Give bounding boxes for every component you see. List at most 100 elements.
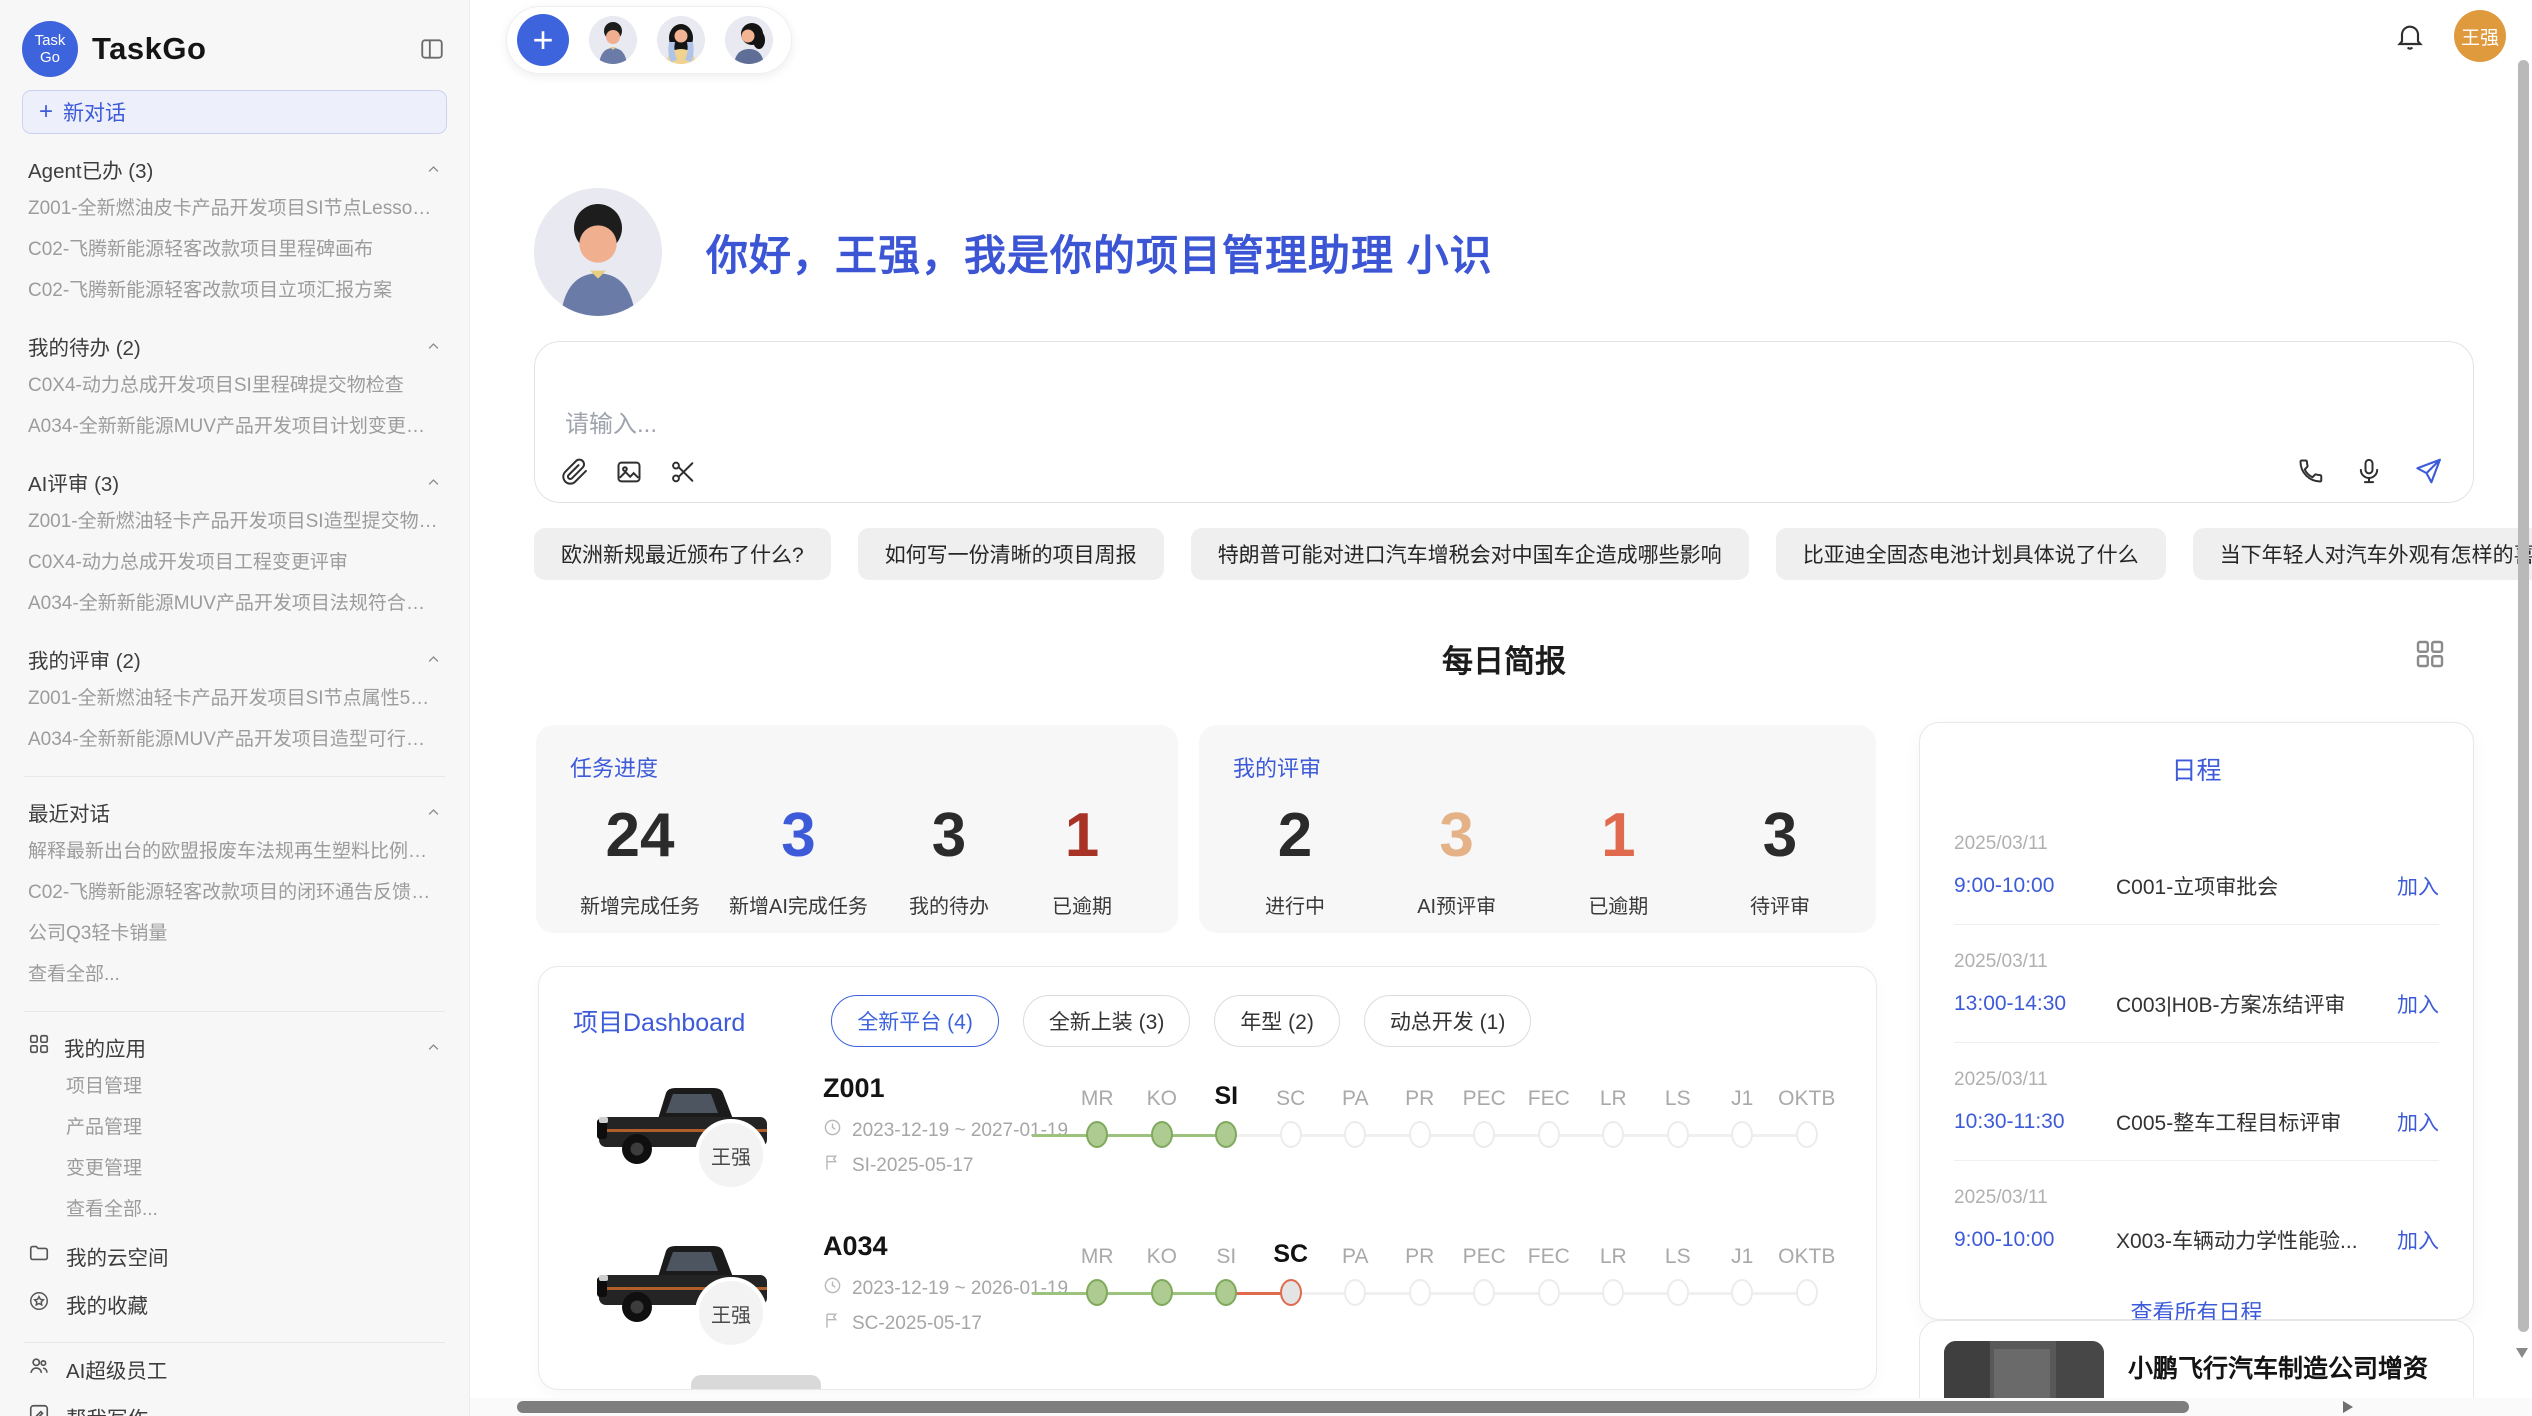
app-item[interactable]: 产品管理 [22,1107,447,1148]
milestone-label: J1 [1731,1235,1753,1269]
milestone: FEC [1517,1077,1582,1213]
vertical-scrollbar-thumb[interactable] [2518,60,2529,1332]
project-dates: 2023-12-19 ~ 2027-01-19 [823,1118,1065,1143]
new-chat-button[interactable]: + 新对话 [22,90,447,134]
scroll-down-arrow-icon[interactable] [2516,1348,2528,1358]
section-header-my-todo[interactable]: 我的待办 (2) [22,331,447,361]
section-header-recent[interactable]: 最近对话 [22,797,447,827]
cloud-space-label: 我的云空间 [66,1241,169,1271]
app-title: TaskGo [92,31,206,67]
suggestion-chip[interactable]: 欧洲新规最近颁布了什么? [534,528,831,580]
conversation-item[interactable]: Z001-全新燃油轻卡产品开发项目SI造型提交物评审 [22,501,447,542]
project-row[interactable]: 王强 Z001 2023-12-19 ~ 2027-01-19 [573,1063,1860,1213]
sidebar-item-favorites[interactable]: 我的收藏 [22,1282,447,1326]
filter-chip[interactable]: 全新平台 (4) [831,995,999,1047]
filter-chip[interactable]: 全新上装 (3) [1023,995,1191,1047]
agent-avatar-1[interactable] [589,16,637,64]
agent-avatar-2[interactable] [657,16,705,64]
suggestion-chip[interactable]: 当下年轻人对汽车外观有怎样的喜好趋势 [2193,528,2532,580]
milestone: LR [1581,1077,1646,1213]
milestone-label: J1 [1731,1077,1753,1111]
apps-view-all-link[interactable]: 查看全部... [22,1189,447,1230]
message-composer[interactable]: 请输入... [534,341,2474,503]
conversation-item[interactable]: A034-全新新能源MUV产品开发项目计划变更表编写 [22,406,447,447]
microphone-icon[interactable] [2355,457,2383,485]
join-link[interactable]: 加入 [2397,871,2439,901]
project-row[interactable]: 王强 A034 2023-12-19 ~ 2026-01-19 [573,1221,1860,1371]
filter-chip[interactable]: 动总开发 (1) [1364,995,1532,1047]
schedule-item[interactable]: 2025/03/11 9:00-10:00 C001-立项审批会 加入 [1920,807,2473,925]
milestone-dot [1280,1279,1302,1306]
filter-chip[interactable]: 年型 (2) [1214,995,1340,1047]
owner-name: 王强 [711,1141,751,1170]
scissors-icon[interactable] [669,458,697,486]
milestone-label: MR [1081,1077,1114,1111]
horizontal-scrollbar [470,1398,2532,1416]
section-header-ai-review[interactable]: AI评审 (3) [22,467,447,497]
schedule-title: 日程 [1920,751,2473,787]
milestone: OKTB [1775,1077,1840,1213]
writing-icon [28,1403,50,1416]
milestone: J1 [1710,1077,1775,1213]
conversation-item[interactable]: Z001-全新燃油皮卡产品开发项目SI节点Lesson Learn报告 [22,188,447,229]
recent-view-all-link[interactable]: 查看全部... [22,954,447,995]
join-link[interactable]: 加入 [2397,1107,2439,1137]
sidebar-item-cloud-space[interactable]: 我的云空间 [22,1234,447,1278]
notification-bell-icon[interactable] [2394,20,2426,52]
milestone: SC [1259,1077,1324,1213]
conversation-item[interactable]: Z001-全新燃油轻卡产品开发项目SI节点属性5D文件评审 [22,678,447,719]
logo-row: Task Go TaskGo [22,20,447,78]
conversation-item[interactable]: C02-飞腾新能源轻客改款项目立项汇报方案 [22,270,447,311]
layout-grid-icon[interactable] [2412,636,2448,677]
schedule-item[interactable]: 2025/03/11 9:00-10:00 X003-车辆动力学性能验... 加… [1920,1161,2473,1279]
send-icon[interactable] [2413,456,2443,486]
section-title: Agent已办 (3) [28,154,153,184]
sidebar-item-ai-staff[interactable]: AI超级员工 [22,1347,447,1391]
horizontal-scrollbar-thumb[interactable] [517,1401,2189,1413]
conversation-item[interactable]: C0X4-动力总成开发项目SI里程碑提交物检查 [22,365,447,406]
stat-label: AI预评审 [1417,890,1496,919]
suggestion-chip[interactable]: 比亚迪全固态电池计划具体说了什么 [1776,528,2166,580]
sidebar-collapse-icon[interactable] [417,34,447,64]
app-item[interactable]: 变更管理 [22,1148,447,1189]
schedule-item[interactable]: 2025/03/11 10:30-11:30 C005-整车工程目标评审 加入 [1920,1043,2473,1161]
sidebar-item-help-write[interactable]: 帮我写作 [22,1395,447,1416]
schedule-time: 9:00-10:00 [1954,874,2116,898]
schedule-list: 2025/03/11 9:00-10:00 C001-立项审批会 加入 2025… [1920,807,2473,1279]
conversation-item[interactable]: C02-飞腾新能源轻客改款项目里程碑画布 [22,229,447,270]
phone-icon[interactable] [2297,457,2325,485]
chevron-up-icon [426,1040,441,1055]
scroll-right-arrow-icon[interactable] [2343,1401,2353,1413]
conversation-item[interactable]: A034-全新新能源MUV产品开发项目造型可行性评审 [22,719,447,760]
apps-grid-icon [28,1033,50,1061]
section-header-agent-done[interactable]: Agent已办 (3) [22,154,447,184]
section-header-my-review[interactable]: 我的评审 (2) [22,644,447,674]
attachment-icon[interactable] [561,458,589,486]
suggestion-chip[interactable]: 如何写一份清晰的项目周报 [858,528,1164,580]
agent-avatar-3[interactable] [725,16,773,64]
logo-text-line1: Task [35,32,66,49]
suggestion-chip[interactable]: 特朗普可能对进口汽车增税会对中国车企造成哪些影响 [1191,528,1749,580]
project-vehicle-image: 王强 [573,1063,823,1203]
section-list: 解释最新出台的欧盟报废车法规再生塑料比例被调至15%...C02-飞腾新能源轻客… [22,831,447,954]
user-avatar[interactable]: 王强 [2454,10,2506,62]
conversation-item[interactable]: A034-全新新能源MUV产品开发项目法规符合性评审 [22,583,447,624]
section-header-my-apps[interactable]: 我的应用 [22,1032,447,1062]
suggestion-chips: 欧洲新规最近颁布了什么? 如何写一份清晰的项目周报特朗普可能对进口汽车增税会对中国… [534,528,2532,580]
section-title: AI评审 (3) [28,467,119,497]
milestone-dot [1086,1279,1108,1306]
join-link[interactable]: 加入 [2397,989,2439,1019]
app-item[interactable]: 项目管理 [22,1066,447,1107]
milestone-label: OKTB [1778,1077,1835,1111]
milestone: J1 [1710,1235,1775,1371]
stat-label: 已逾期 [1588,890,1648,919]
add-agent-button[interactable]: + [517,14,569,66]
image-icon[interactable] [615,458,643,486]
project-code: A034 [823,1231,1065,1262]
conversation-item[interactable]: 解释最新出台的欧盟报废车法规再生塑料比例被调至15%... [22,831,447,872]
conversation-item[interactable]: C0X4-动力总成开发项目工程变更评审 [22,542,447,583]
conversation-item[interactable]: 公司Q3轻卡销量 [22,913,447,954]
conversation-item[interactable]: C02-飞腾新能源轻客改款项目的闭环通告反馈情况 [22,872,447,913]
join-link[interactable]: 加入 [2397,1225,2439,1255]
schedule-item[interactable]: 2025/03/11 13:00-14:30 C003|H0B-方案冻结评审 加… [1920,925,2473,1043]
